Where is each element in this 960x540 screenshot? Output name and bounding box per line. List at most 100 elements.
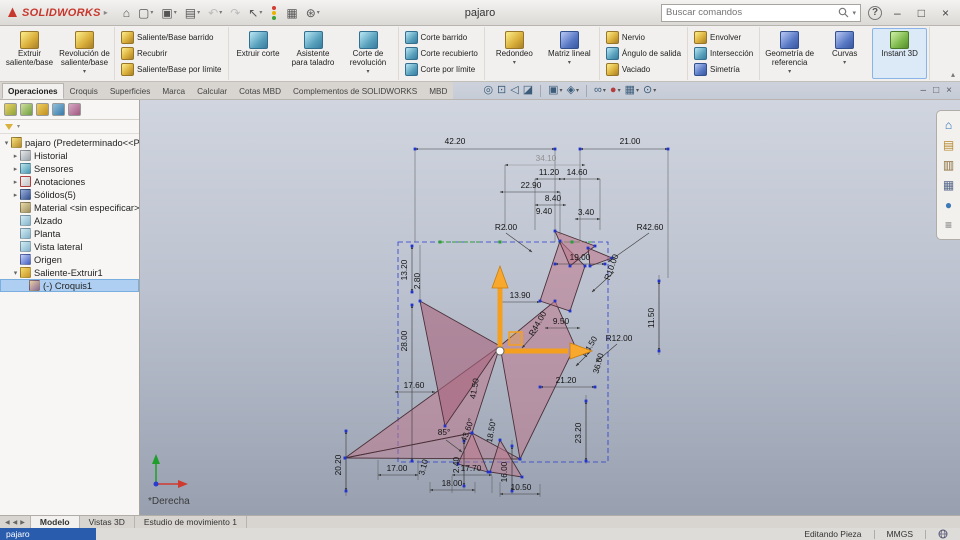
- button-instant-3d[interactable]: Instant 3D: [872, 28, 928, 79]
- tree-item-saliente-extruir1[interactable]: ▾ Saliente-Extruir1: [0, 266, 139, 279]
- drag-handle-y[interactable]: [491, 264, 509, 348]
- dimension-17.70[interactable]: 17.70: [461, 463, 482, 473]
- sketch-point[interactable]: [510, 444, 514, 448]
- print-icon[interactable]: ▤ ▾: [182, 6, 203, 20]
- configurationmanager-tab-icon[interactable]: [36, 103, 49, 116]
- sketch-point[interactable]: [593, 385, 597, 389]
- tree-item-anotaciones[interactable]: ▸ Anotaciones: [0, 175, 139, 188]
- home-icon[interactable]: ⌂: [120, 6, 133, 20]
- design-library-icon[interactable]: ▤: [943, 139, 954, 151]
- sketch-point[interactable]: [520, 475, 524, 479]
- expand-arrow-icon[interactable]: ▸: [11, 165, 20, 173]
- search-dropdown-icon[interactable]: ▾: [853, 9, 857, 17]
- tree-item-croquis1[interactable]: (-) Croquis1: [0, 279, 139, 292]
- sketch-point[interactable]: [410, 244, 414, 248]
- button-vaciado[interactable]: Vaciado: [604, 62, 683, 77]
- sketch-point[interactable]: [462, 484, 466, 488]
- options-icon[interactable]: ⊛ ▾: [303, 6, 323, 20]
- rebuild-icon[interactable]: [267, 4, 281, 22]
- dimension-R2.00[interactable]: R2.00: [495, 222, 518, 232]
- dimension-3.40[interactable]: 3.40: [578, 207, 595, 217]
- tree-item-planta[interactable]: Planta: [0, 227, 139, 240]
- zoom-area-icon[interactable]: ⊡: [497, 85, 506, 96]
- doc-restore-button[interactable]: □: [933, 85, 939, 96]
- edit-appearance-icon[interactable]: ● ▾: [610, 85, 621, 96]
- dimension-9.40[interactable]: 9.40: [536, 206, 553, 216]
- tree-filter[interactable]: ▾: [0, 120, 139, 134]
- button-simetr-a[interactable]: Simetría: [692, 62, 755, 77]
- sketch-canvas[interactable]: 42.20 21.00 34.10 22.90 11.20 14.60 8.40 9.40 3.…: [140, 100, 959, 515]
- dimxpertmanager-tab-icon[interactable]: [52, 103, 65, 116]
- expand-arrow-icon[interactable]: ▸: [11, 178, 20, 186]
- button-saliente-base-por-l-mite[interactable]: Saliente/Base por límite: [119, 62, 224, 77]
- dimension-17.60[interactable]: 17.60: [404, 380, 425, 390]
- button-envolver[interactable]: Envolver: [692, 30, 755, 45]
- sketch-point[interactable]: [584, 459, 588, 463]
- search-input[interactable]: [666, 7, 834, 18]
- button-corte-por-l-mite[interactable]: Corte por límite: [403, 62, 480, 77]
- sketch-point[interactable]: [586, 246, 590, 250]
- dimension-18.00[interactable]: 18.00: [442, 478, 463, 488]
- tab-scroll-right-icon[interactable]: ▶: [20, 519, 25, 526]
- origin-corner-handle[interactable]: [508, 331, 523, 346]
- sketch-point[interactable]: [410, 303, 414, 307]
- tree-item-pajaro-predeterminado-predeten[interactable]: ▾ pajaro (Predeterminado<<Predeten: [0, 136, 139, 149]
- dimension-42.20[interactable]: 42.20: [445, 136, 466, 146]
- button-asistente-para-taladro[interactable]: Asistente para taladro: [286, 28, 341, 79]
- button-ngulo-de-salida[interactable]: Ángulo de salida: [604, 46, 683, 61]
- tab-superficies[interactable]: Superficies: [104, 83, 157, 99]
- tree-item-sensores[interactable]: ▸ Sensores: [0, 162, 139, 175]
- sketch-point[interactable]: [410, 290, 414, 294]
- dimension-22.90[interactable]: 22.90: [521, 180, 542, 190]
- sketch-point[interactable]: [553, 299, 557, 303]
- doc-minimize-button[interactable]: –: [921, 85, 927, 96]
- sketch-point[interactable]: [553, 147, 557, 151]
- dimension-2.80[interactable]: 2.80: [412, 273, 422, 290]
- dimension-8.40[interactable]: 8.40: [545, 193, 562, 203]
- save-icon[interactable]: ▣ ▾: [158, 6, 179, 20]
- sketch-point[interactable]: [343, 456, 347, 460]
- bottom-tab-estudio-de-movimiento-1[interactable]: Estudio de movimiento 1: [135, 516, 247, 528]
- minimize-button[interactable]: –: [889, 7, 906, 19]
- dimension-16.00[interactable]: 16.00: [499, 461, 509, 482]
- tab-calcular[interactable]: Calcular: [191, 83, 233, 99]
- dimension-9.50[interactable]: 9.50: [553, 316, 570, 326]
- button-revoluci-n-de-saliente-base[interactable]: Revolución de saliente/base ▾: [57, 28, 112, 79]
- tab-cotas-mbd[interactable]: Cotas MBD: [233, 83, 287, 99]
- expand-arrow-icon[interactable]: ▸: [11, 152, 20, 160]
- sketch-point[interactable]: [588, 264, 592, 268]
- dimension-28.00[interactable]: 28.00: [399, 330, 409, 351]
- dimension-85°[interactable]: 85°: [438, 427, 451, 437]
- sketch-point[interactable]: [538, 385, 542, 389]
- sketch-point[interactable]: [553, 262, 557, 266]
- button-saliente-base-barrido[interactable]: Saliente/Base barrido: [119, 30, 224, 45]
- expand-arrow-icon[interactable]: ▾: [2, 139, 11, 147]
- tab-marca[interactable]: Marca: [156, 83, 191, 99]
- button-recubrir[interactable]: Recubrir: [119, 46, 224, 61]
- display-style-icon[interactable]: ◈ ▾: [567, 85, 579, 96]
- sketch-point[interactable]: [488, 470, 492, 474]
- sketch-point[interactable]: [568, 309, 572, 313]
- dimension-18.50°[interactable]: 18.50°: [484, 418, 498, 443]
- dimension-13.90[interactable]: 13.90: [510, 290, 531, 300]
- button-corte-barrido[interactable]: Corte barrido: [403, 30, 480, 45]
- section-view-icon[interactable]: ◪: [523, 85, 533, 96]
- tab-scroll-first-icon[interactable]: ◀: [5, 519, 10, 526]
- view-settings-icon[interactable]: ⊙ ▾: [643, 85, 656, 96]
- restore-button[interactable]: □: [913, 7, 930, 19]
- graphics-viewport[interactable]: 42.20 21.00 34.10 22.90 11.20 14.60 8.40 9.40 3.…: [140, 100, 960, 515]
- dimension-14.60[interactable]: 14.60: [567, 167, 588, 177]
- tab-croquis[interactable]: Croquis: [64, 83, 104, 99]
- file-explorer-icon[interactable]: ▥: [943, 159, 954, 171]
- globe-icon[interactable]: [938, 529, 948, 539]
- dimension-17.00[interactable]: 17.00: [387, 463, 408, 473]
- sketch-point[interactable]: [558, 239, 562, 243]
- button-extruir-saliente-base[interactable]: Extruir saliente/base: [2, 28, 57, 79]
- dimension-11.20[interactable]: 11.20: [539, 167, 560, 177]
- dimension-10.50[interactable]: 10.50: [511, 482, 532, 492]
- button-geometr-a-de-referencia[interactable]: Geometría de referencia ▾: [762, 28, 817, 79]
- sketch-point[interactable]: [518, 457, 522, 461]
- tree-item-historial[interactable]: ▸ Historial: [0, 149, 139, 162]
- sketch-point[interactable]: [418, 299, 422, 303]
- button-extruir-corte[interactable]: Extruir corte: [231, 28, 286, 79]
